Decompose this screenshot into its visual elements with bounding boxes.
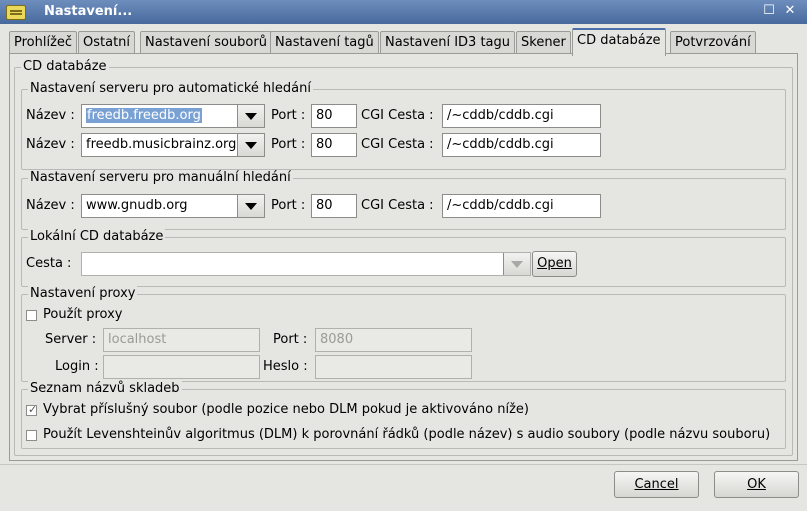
port-label: Port :: [271, 137, 306, 152]
proxy-port-field[interactable]: 8080: [315, 328, 472, 352]
local-path-combo[interactable]: [81, 252, 531, 276]
auto-cgi-1-field[interactable]: /~cddb/cddb.cgi: [442, 104, 601, 128]
tab-potvrzovani[interactable]: Potvrzování: [670, 31, 756, 54]
levenshtein-checkbox[interactable]: [26, 430, 37, 441]
dropdown-button[interactable]: [237, 134, 264, 156]
chevron-down-icon: [511, 261, 523, 268]
checkmark-icon: ✓: [28, 403, 38, 416]
levenshtein-label[interactable]: Použít Levenshteinův algoritmus (DLM) k …: [43, 427, 770, 443]
select-file-checkbox[interactable]: ✓: [26, 403, 38, 416]
window-title: Nastavení...: [44, 4, 133, 19]
local-db-group: Lokální CD databáze Cesta : Open: [21, 229, 786, 287]
proxy-port-label: Port :: [273, 332, 308, 347]
name-label: Název :: [26, 137, 75, 152]
chevron-down-icon: [245, 203, 257, 210]
password-label: Heslo :: [263, 359, 308, 374]
tab-ostatni[interactable]: Ostatní: [78, 31, 136, 54]
server-label: Server :: [45, 332, 97, 347]
tab-cd-databaze[interactable]: CD databáze: [572, 28, 666, 56]
select-file-label[interactable]: Vybrat příslušný soubor (podle pozice ne…: [43, 402, 529, 418]
auto-server-1-value: freedb.freedb.org: [86, 108, 202, 123]
port-label: Port :: [271, 108, 306, 123]
use-proxy-checkbox[interactable]: [26, 310, 37, 321]
auto-cgi-2-field[interactable]: /~cddb/cddb.cgi: [442, 133, 601, 157]
close-icon[interactable]: ✕: [782, 3, 798, 19]
auto-server-2-value: freedb.musicbrainz.org: [86, 137, 237, 152]
cgi-label: CGI Cesta :: [361, 108, 434, 123]
chevron-down-icon: [245, 113, 257, 120]
login-label: Login :: [55, 359, 99, 374]
manual-server-combo[interactable]: www.gnudb.org: [81, 194, 265, 218]
manual-port-field[interactable]: 80: [311, 194, 357, 218]
name-label: Název :: [26, 108, 75, 123]
proxy-password-field[interactable]: [315, 355, 472, 379]
chevron-down-icon: [245, 142, 257, 149]
manual-server-value: www.gnudb.org: [86, 198, 188, 213]
ok-button[interactable]: OK: [714, 471, 799, 498]
cancel-button[interactable]: Cancel: [614, 471, 699, 498]
tab-skener[interactable]: Skener: [516, 31, 571, 54]
local-db-group-title: Lokální CD databáze: [28, 229, 166, 245]
maximize-icon[interactable]: ☐: [761, 3, 777, 19]
tracklist-group-title: Seznam názvů skladeb: [28, 381, 182, 397]
open-button[interactable]: Open: [532, 251, 577, 277]
auto-server-group: Nastavení serveru pro automatické hledán…: [21, 81, 786, 170]
tracklist-group: Seznam názvů skladeb ✓ Vybrat příslušný …: [21, 381, 786, 449]
proxy-group: Nastavení proxy Použít proxy Server : lo…: [21, 286, 786, 382]
manual-cgi-field[interactable]: /~cddb/cddb.cgi: [442, 194, 601, 218]
page-title: CD databáze: [21, 59, 109, 75]
name-label: Název :: [26, 198, 75, 213]
dropdown-button[interactable]: [237, 105, 264, 127]
auto-port-1-field[interactable]: 80: [311, 104, 357, 128]
tab-page: CD databáze Nastavení serveru pro automa…: [9, 53, 798, 461]
proxy-group-title: Nastavení proxy: [28, 286, 138, 302]
dropdown-button[interactable]: [237, 195, 264, 217]
auto-port-2-field[interactable]: 80: [311, 133, 357, 157]
port-label: Port :: [271, 198, 306, 213]
manual-server-group-title: Nastavení serveru pro manuální hledání: [28, 170, 293, 186]
app-icon: [6, 5, 26, 20]
title-bar: Nastavení... ☐ ✕: [0, 0, 807, 24]
tab-nastaveni-souboru[interactable]: Nastavení souborů: [140, 31, 272, 54]
cd-database-frame: CD databáze Nastavení serveru pro automa…: [14, 59, 793, 456]
manual-server-group: Nastavení serveru pro manuální hledání N…: [21, 170, 786, 230]
auto-server-1-combo[interactable]: freedb.freedb.org: [81, 104, 265, 128]
cgi-label: CGI Cesta :: [361, 198, 434, 213]
separator: [0, 464, 807, 465]
auto-server-2-combo[interactable]: freedb.musicbrainz.org: [81, 133, 265, 157]
tab-nastaveni-id3[interactable]: Nastavení ID3 tagu: [380, 31, 516, 54]
use-proxy-label[interactable]: Použít proxy: [43, 307, 123, 323]
tab-nastaveni-tagu[interactable]: Nastavení tagů: [270, 31, 379, 54]
cgi-label: CGI Cesta :: [361, 137, 434, 152]
path-label: Cesta :: [26, 256, 72, 271]
tab-prohlizec[interactable]: Prohlížeč: [9, 31, 78, 54]
dropdown-button: [503, 253, 530, 275]
proxy-server-field[interactable]: localhost: [103, 328, 260, 352]
proxy-login-field[interactable]: [103, 355, 260, 379]
auto-server-group-title: Nastavení serveru pro automatické hledán…: [28, 81, 313, 97]
